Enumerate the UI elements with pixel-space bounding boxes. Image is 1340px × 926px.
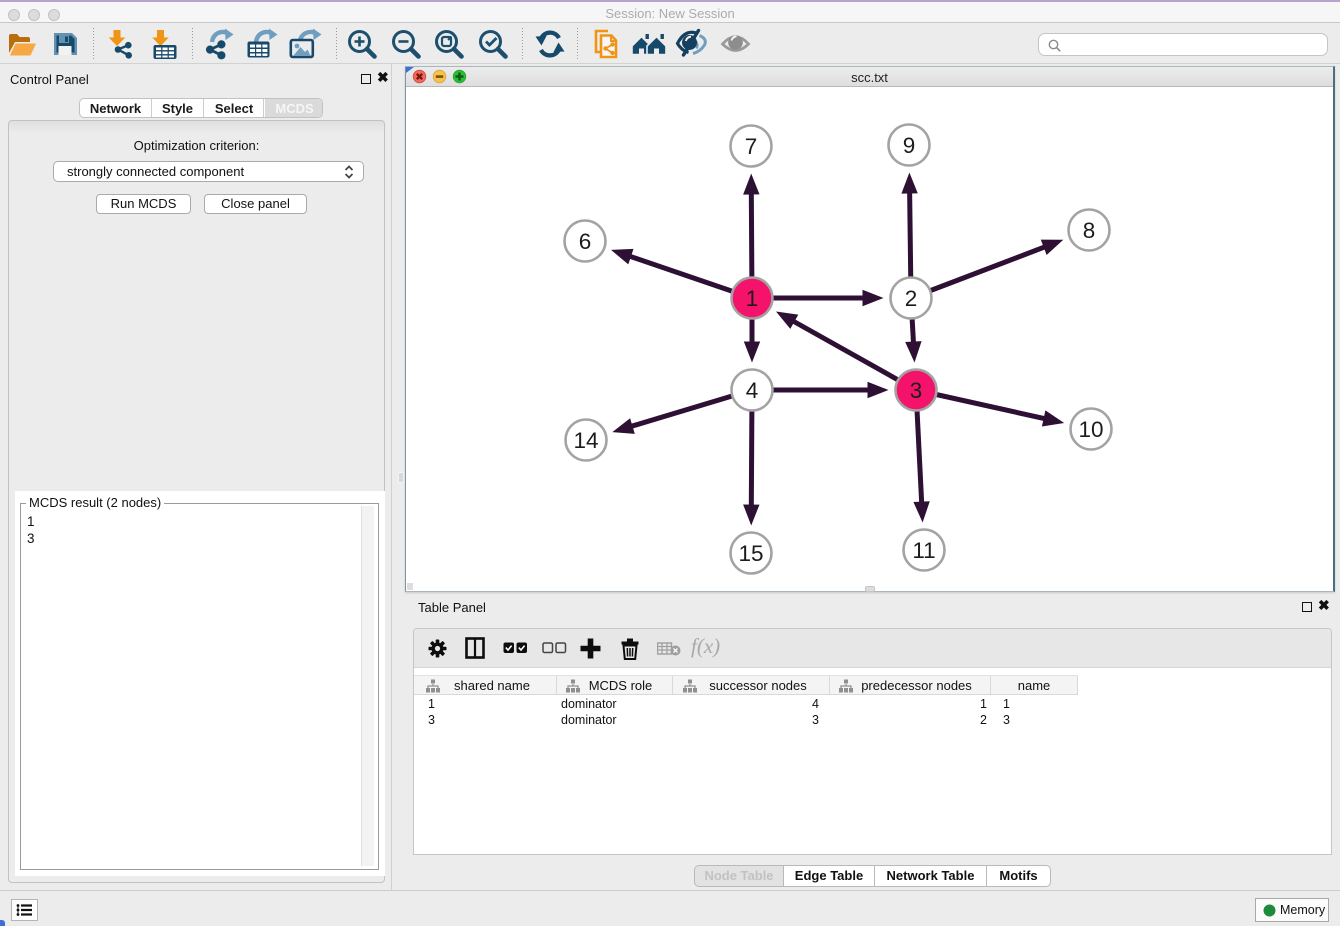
svg-text:2: 2 — [905, 286, 918, 311]
svg-text:1: 1 — [746, 286, 759, 311]
svg-text:7: 7 — [745, 134, 758, 159]
svg-text:9: 9 — [903, 133, 916, 158]
svg-text:4: 4 — [746, 378, 759, 403]
svg-text:11: 11 — [912, 538, 935, 563]
svg-text:15: 15 — [738, 541, 763, 566]
svg-text:14: 14 — [573, 428, 598, 453]
svg-text:6: 6 — [579, 229, 592, 254]
svg-text:10: 10 — [1078, 417, 1103, 442]
svg-text:3: 3 — [910, 378, 923, 403]
svg-text:8: 8 — [1083, 218, 1096, 243]
